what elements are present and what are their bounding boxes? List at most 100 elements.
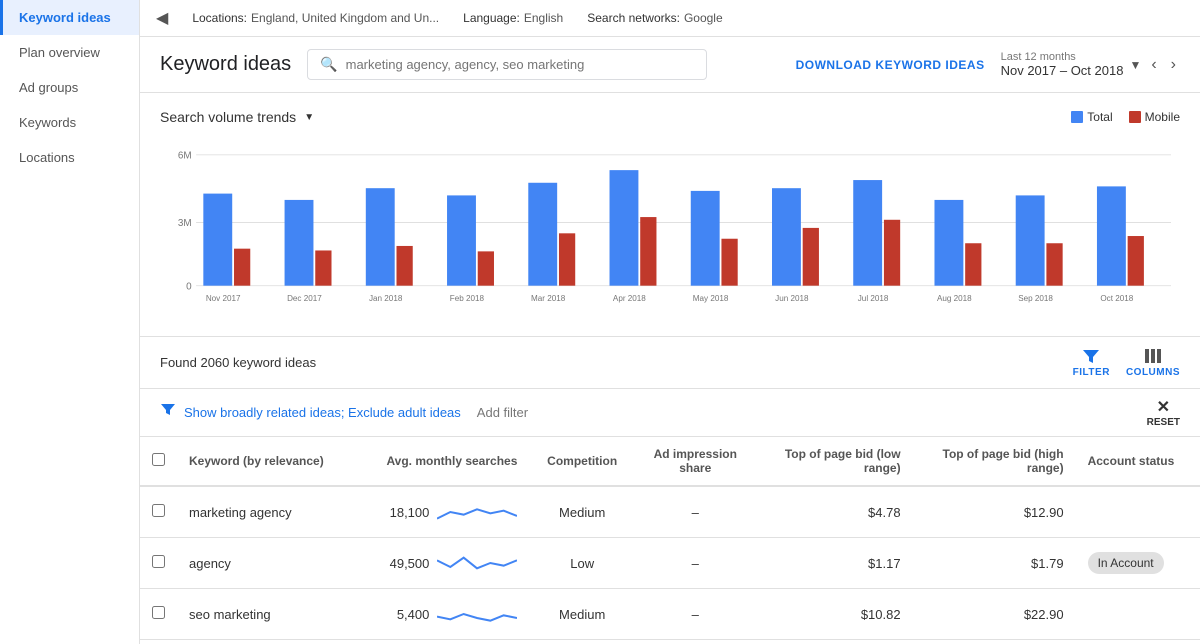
bar-dec2017-mobile [315, 250, 331, 285]
bar-apr2018-mobile [640, 217, 656, 286]
bid-high-column-header: Top of page bid (highrange) [913, 437, 1076, 486]
search-icon: 🔍 [320, 56, 337, 73]
select-all-checkbox[interactable] [152, 453, 165, 466]
bar-jun2018-total [772, 188, 801, 285]
bar-oct2018-total [1097, 186, 1126, 285]
filter-button[interactable]: FILTER [1073, 347, 1110, 378]
account-status-column-header: Account status [1076, 437, 1200, 486]
svg-text:Jan 2018: Jan 2018 [369, 294, 403, 303]
bid-low-cell: $10.82 [756, 589, 913, 640]
bid-high-cell: $22.90 [913, 589, 1076, 640]
chart-section: Search volume trends ▼ Total Mobile [140, 93, 1200, 337]
bar-aug2018-mobile [965, 243, 981, 285]
search-input[interactable] [346, 57, 695, 72]
columns-button[interactable]: COLUMNS [1126, 347, 1180, 378]
sidebar-item-keyword-ideas[interactable]: Keyword ideas [0, 0, 139, 35]
ad-impression-cell: – [635, 589, 756, 640]
bar-nov2017-total [203, 194, 232, 286]
row-checkbox[interactable] [152, 606, 165, 619]
bar-chart: 6M 3M 0 Nov 2017 Dec 2017 Jan 2018 [160, 137, 1180, 320]
account-status-cell: In Account [1076, 538, 1200, 589]
bar-jan2018-total [366, 188, 395, 285]
ad-impression-cell: – [635, 538, 756, 589]
row-checkbox[interactable] [152, 504, 165, 517]
monthly-cell: 5,400 [355, 589, 529, 639]
bar-apr2018-total [610, 170, 639, 286]
monthly-searches-column-header: Avg. monthly searches [355, 437, 529, 486]
header-row: Keyword ideas 🔍 DOWNLOAD KEYWORD IDEAS L… [140, 37, 1200, 93]
svg-text:Feb 2018: Feb 2018 [450, 294, 485, 303]
download-keyword-ideas-button[interactable]: DOWNLOAD KEYWORD IDEAS [796, 58, 985, 72]
chart-title: Search volume trends [160, 109, 296, 125]
svg-text:Aug 2018: Aug 2018 [937, 294, 972, 303]
bar-aug2018-total [934, 200, 963, 286]
back-arrow[interactable]: ◀ [156, 8, 168, 28]
topbar-networks: Search networks: Google [587, 11, 722, 25]
monthly-cell: 49,500 [355, 538, 529, 588]
ad-impression-cell: – [635, 486, 756, 538]
filter-funnel-icon [160, 402, 176, 423]
svg-text:0: 0 [186, 281, 192, 292]
filter-link[interactable]: Show broadly related ideas; Exclude adul… [184, 405, 461, 420]
sidebar-item-locations[interactable]: Locations [0, 140, 139, 175]
chart-legend: Total Mobile [1071, 110, 1180, 124]
competition-cell: Medium [529, 589, 635, 640]
svg-text:Nov 2017: Nov 2017 [206, 294, 241, 303]
sidebar-item-keywords[interactable]: Keywords [0, 105, 139, 140]
keyword-cell: agency [177, 538, 355, 589]
svg-text:Apr 2018: Apr 2018 [613, 294, 646, 303]
row-checkbox-cell[interactable] [140, 589, 177, 640]
bid-low-column-header: Top of page bid (lowrange) [756, 437, 913, 486]
bar-feb2018-mobile [478, 251, 494, 285]
topbar-locations: Locations: England, United Kingdom and U… [192, 11, 439, 25]
chart-svg: 6M 3M 0 Nov 2017 Dec 2017 Jan 2018 [160, 137, 1180, 317]
legend-mobile-color [1129, 111, 1141, 123]
bid-high-cell: $1.79 [913, 538, 1076, 589]
date-range-label: Last 12 months [1001, 51, 1124, 63]
svg-text:Jul 2018: Jul 2018 [858, 294, 889, 303]
date-range: Last 12 months Nov 2017 – Oct 2018 ▼ ‹ › [1001, 51, 1180, 78]
svg-text:3M: 3M [178, 218, 192, 229]
reset-button[interactable]: ✕ RESET [1147, 397, 1180, 428]
bar-jul2018-mobile [884, 220, 900, 286]
svg-text:Jun 2018: Jun 2018 [775, 294, 809, 303]
topbar: ◀ Locations: England, United Kingdom and… [140, 0, 1200, 37]
ad-impression-column-header: Ad impressionshare [635, 437, 756, 486]
bar-mar2018-mobile [559, 233, 575, 285]
svg-text:Mar 2018: Mar 2018 [531, 294, 566, 303]
action-icons: FILTER COLUMNS [1073, 347, 1180, 378]
search-box[interactable]: 🔍 [307, 49, 707, 80]
bid-low-cell: $1.17 [756, 538, 913, 589]
account-status-cell [1076, 486, 1200, 538]
bar-may2018-mobile [721, 239, 737, 286]
table-row: seo marketing 5,400 Medium – $10.82 $22.… [140, 589, 1200, 640]
keyword-column-header: Keyword (by relevance) [177, 437, 355, 486]
competition-cell: Medium [529, 486, 635, 538]
sidebar-item-plan-overview[interactable]: Plan overview [0, 35, 139, 70]
date-prev-arrow[interactable]: ‹ [1147, 54, 1160, 76]
date-next-arrow[interactable]: › [1167, 54, 1180, 76]
row-checkbox-cell[interactable] [140, 486, 177, 538]
select-all-header[interactable] [140, 437, 177, 486]
table-header: Keyword (by relevance) Avg. monthly sear… [140, 437, 1200, 486]
row-checkbox-cell[interactable] [140, 538, 177, 589]
svg-text:Dec 2017: Dec 2017 [287, 294, 322, 303]
add-filter-button[interactable]: Add filter [477, 405, 528, 420]
sparkline-chart [437, 548, 517, 578]
chart-dropdown-arrow[interactable]: ▼ [304, 112, 314, 123]
date-dropdown-arrow[interactable]: ▼ [1129, 58, 1141, 72]
filter-bar: Show broadly related ideas; Exclude adul… [140, 389, 1200, 437]
bar-nov2017-mobile [234, 249, 250, 286]
sidebar-item-ad-groups[interactable]: Ad groups [0, 70, 139, 105]
svg-text:Oct 2018: Oct 2018 [1100, 294, 1133, 303]
bar-jul2018-total [853, 180, 882, 286]
topbar-language: Language: English [463, 11, 563, 25]
sidebar: Keyword ideas Plan overview Ad groups Ke… [0, 0, 140, 644]
svg-text:May 2018: May 2018 [693, 294, 729, 303]
table-row: marketing agency 18,100 Medium – $4.78 $… [140, 486, 1200, 538]
row-checkbox[interactable] [152, 555, 165, 568]
legend-mobile-label: Mobile [1145, 110, 1180, 124]
funnel-icon [160, 402, 176, 418]
keyword-cell: marketing agency [177, 486, 355, 538]
bar-sep2018-total [1016, 195, 1045, 285]
